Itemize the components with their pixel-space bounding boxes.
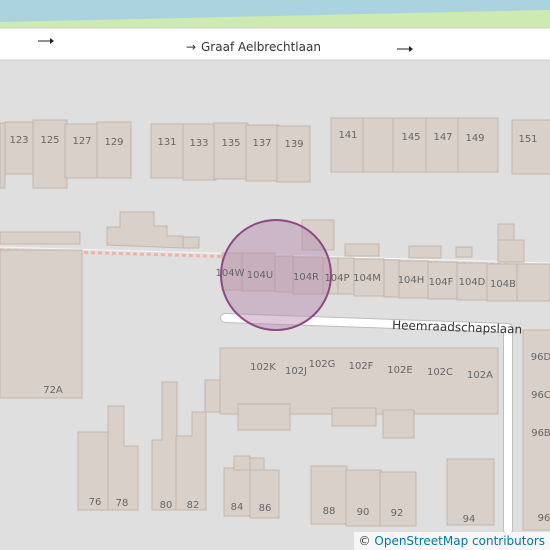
house-number: 104D xyxy=(459,277,486,288)
house-number: 102J xyxy=(285,366,307,377)
map-canvas[interactable]: → Graaf Aelbrechtlaan Heemraadschapslaan… xyxy=(0,0,550,550)
house-number: 78 xyxy=(116,498,129,509)
house-number: 137 xyxy=(252,138,271,149)
house-number: 131 xyxy=(157,137,176,148)
house-number: 141 xyxy=(338,130,357,141)
house-number: 102A xyxy=(467,370,493,381)
house-number: 104M xyxy=(353,273,381,284)
house-number: 104H xyxy=(398,275,425,286)
map-attribution: © OpenStreetMap contributors xyxy=(353,532,550,550)
house-number: 76 xyxy=(89,497,102,508)
house-number: 123 xyxy=(9,135,28,146)
house-number: 102F xyxy=(349,361,374,372)
house-number: 104F xyxy=(429,277,454,288)
house-number: 104P xyxy=(324,273,349,284)
house-number: 82 xyxy=(187,500,200,511)
house-number: 125 xyxy=(40,135,59,146)
house-number: 104U xyxy=(247,270,273,281)
house-number: 96B xyxy=(531,428,550,439)
street-label-heemraadschapslaan: Heemraadschapslaan xyxy=(392,318,522,337)
house-number: 96D xyxy=(531,352,550,363)
house-number: 72A xyxy=(43,385,63,396)
house-number: 86 xyxy=(259,503,272,514)
house-number: 88 xyxy=(323,506,336,517)
house-number: 133 xyxy=(189,138,208,149)
house-number: 127 xyxy=(72,136,91,147)
house-number: 102K xyxy=(250,362,276,373)
house-number: 96C xyxy=(531,390,550,401)
house-number: 94 xyxy=(463,514,476,525)
house-number: 104R xyxy=(293,272,319,283)
house-number: 135 xyxy=(221,138,240,149)
house-number: 145 xyxy=(401,132,420,143)
openstreetmap-contributors-link[interactable]: OpenStreetMap contributors xyxy=(374,534,545,548)
house-number: 90 xyxy=(357,507,370,518)
house-number: 104B xyxy=(490,279,516,290)
house-number: 92 xyxy=(391,508,404,519)
house-number: 147 xyxy=(433,132,452,143)
street-label-graaf-arrow: → xyxy=(186,40,196,54)
house-number: 129 xyxy=(104,137,123,148)
house-number: 151 xyxy=(518,134,537,145)
house-number: 102G xyxy=(309,359,336,370)
copyright-symbol: © xyxy=(358,534,371,548)
street-label-graaf-aelbrechtlaan: Graaf Aelbrechtlaan xyxy=(201,40,321,54)
house-number: 102E xyxy=(387,365,412,376)
house-number: 139 xyxy=(284,139,303,150)
house-number: 80 xyxy=(160,500,173,511)
house-number: 84 xyxy=(231,502,244,513)
house-number: 104W xyxy=(216,268,245,279)
canal-area xyxy=(0,0,550,28)
house-number: 102C xyxy=(427,367,453,378)
house-number: 96 xyxy=(538,513,550,524)
house-number: 149 xyxy=(465,133,484,144)
